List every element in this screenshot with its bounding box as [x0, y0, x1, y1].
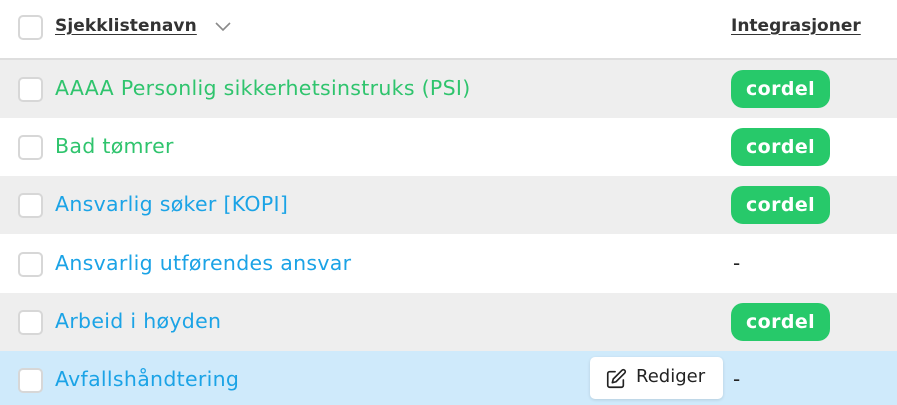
edit-button[interactable]: Rediger: [590, 357, 723, 399]
integration-empty: -: [733, 367, 741, 391]
integration-badge: cordel: [731, 186, 830, 224]
checklist-name-link[interactable]: Ansvarlig utførendes ansvar: [55, 251, 351, 275]
table-row[interactable]: AAAA Personlig sikkerhetsinstruks (PSI) c…: [0, 60, 897, 118]
edit-icon: [606, 368, 627, 389]
checklist-table: Sjekklistenavn Integrasjoner AAAA Person…: [0, 0, 897, 405]
integration-badge: cordel: [731, 70, 830, 108]
table-header: Sjekklistenavn Integrasjoner: [0, 0, 897, 60]
row-checkbox[interactable]: [18, 252, 43, 277]
table-row[interactable]: Avfallshåndtering Rediger -: [0, 351, 897, 405]
checklist-name-link[interactable]: AAAA Personlig sikkerhetsinstruks (PSI): [55, 76, 471, 100]
chevron-down-icon[interactable]: [213, 18, 233, 34]
integration-badge: cordel: [731, 303, 830, 341]
row-checkbox[interactable]: [18, 135, 43, 160]
table-row[interactable]: Ansvarlig søker [KOPI] cordel: [0, 176, 897, 234]
select-all-checkbox[interactable]: [18, 15, 43, 40]
edit-button-label: Rediger: [636, 366, 706, 387]
table-row[interactable]: Ansvarlig utførendes ansvar -: [0, 235, 897, 293]
table-row[interactable]: Arbeid i høyden cordel: [0, 293, 897, 351]
integration-empty: -: [733, 251, 741, 275]
row-checkbox[interactable]: [18, 368, 43, 393]
checklist-name-link[interactable]: Arbeid i høyden: [55, 309, 221, 333]
integration-badge: cordel: [731, 128, 830, 166]
row-checkbox[interactable]: [18, 310, 43, 335]
column-header-integrations[interactable]: Integrasjoner: [731, 16, 861, 36]
row-checkbox[interactable]: [18, 193, 43, 218]
checklist-name-link[interactable]: Avfallshåndtering: [55, 367, 239, 391]
column-header-name[interactable]: Sjekklistenavn: [55, 16, 197, 36]
row-checkbox[interactable]: [18, 77, 43, 102]
checklist-name-link[interactable]: Bad tømrer: [55, 134, 174, 158]
checklist-name-link[interactable]: Ansvarlig søker [KOPI]: [55, 192, 288, 216]
table-row[interactable]: Bad tømrer cordel: [0, 118, 897, 176]
